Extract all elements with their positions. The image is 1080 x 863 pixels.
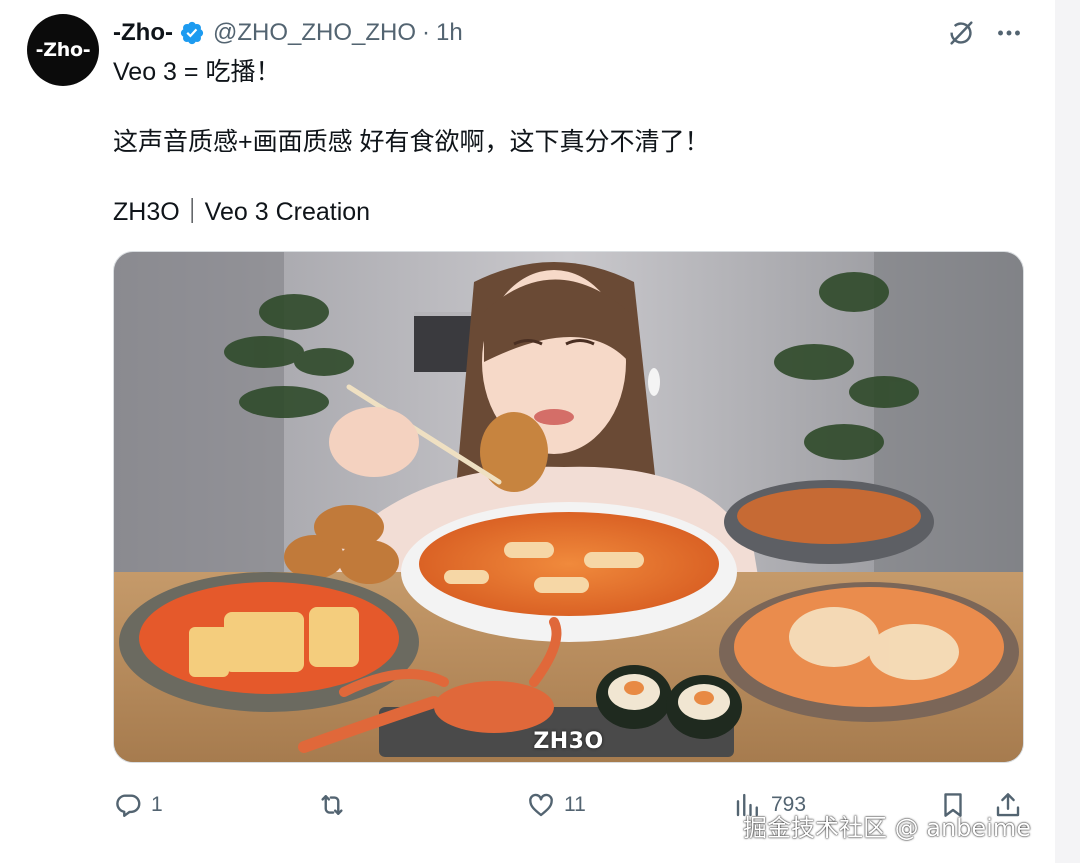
tweet-text-line: 这声音质感+画面质感 好有食欲啊，这下真分不清了！: [113, 128, 710, 156]
tweet-text-line: Veo 3 = 吃播！: [113, 58, 281, 86]
like-icon: [526, 790, 556, 820]
page-watermark: 掘金技术社区 @ anbeime: [743, 814, 1031, 842]
reply-button[interactable]: 1: [113, 786, 163, 824]
tweet-header: -Zho- @ZHO_ZHO_ZHO · 1h: [113, 14, 463, 52]
video-frame-image: [114, 252, 1023, 762]
avatar[interactable]: -Zho-: [27, 14, 99, 86]
tweet-card: -Zho- -Zho- @ZHO_ZHO_ZHO · 1h Veo 3 = 吃播…: [0, 0, 1055, 863]
tweet-text-line: ZH3O｜Veo 3 Creation: [113, 198, 371, 226]
separator-dot: ·: [422, 19, 431, 46]
reply-icon: [113, 790, 143, 820]
like-count: 11: [564, 793, 586, 816]
retweet-button[interactable]: [317, 786, 355, 824]
more-icon[interactable]: [992, 14, 1026, 52]
timestamp[interactable]: 1h: [436, 19, 463, 47]
reply-count: 1: [151, 793, 163, 816]
video-watermark: ZH3O: [533, 729, 604, 754]
retweet-icon: [317, 790, 347, 820]
like-button[interactable]: 11: [526, 786, 586, 824]
verified-badge-icon: [179, 20, 205, 46]
video-media[interactable]: ZH3O: [113, 251, 1024, 763]
avatar-logo-text: -Zho-: [35, 39, 91, 61]
grok-icon[interactable]: [944, 14, 978, 52]
user-handle[interactable]: @ZHO_ZHO_ZHO: [213, 19, 416, 47]
display-name[interactable]: -Zho-: [113, 19, 173, 47]
